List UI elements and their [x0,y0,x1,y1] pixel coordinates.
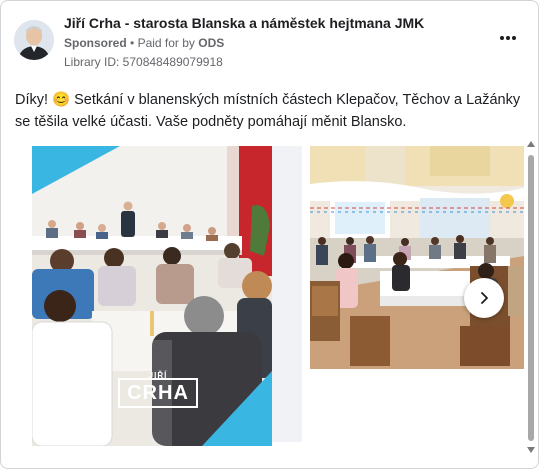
avatar-photo [14,20,54,60]
carousel-image-meeting-hall[interactable]: JIŘÍ CRHA [32,146,272,446]
more-dot-icon [506,36,510,40]
community-hall-photo [310,146,524,369]
scrollbar-thumb[interactable] [528,155,534,441]
sponsored-post-card: Jiří Crha - starosta Blanska a náměstek … [0,0,539,469]
paid-for-by-label: Paid for by [137,36,195,50]
post-text: Díky! 😊 Setkání v blanenských místních č… [15,92,521,130]
more-dot-icon [500,36,504,40]
carousel-next-button[interactable] [464,278,504,318]
candidate-logo: JIŘÍ CRHA [118,371,198,408]
library-id: Library ID: 570848489079918 [64,55,223,69]
scrollbar[interactable] [527,141,535,461]
page-avatar[interactable] [14,20,54,60]
sponsored-meta: Sponsored • Paid for by ODS [64,36,224,50]
scroll-up-arrow-icon[interactable] [527,141,535,147]
page-name-link[interactable]: Jiří Crha - starosta Blanska a náměstek … [64,15,424,31]
carousel-image-community-hall[interactable] [310,146,524,369]
more-dot-icon [512,36,516,40]
meta-separator: • [130,36,135,50]
sponsored-label[interactable]: Sponsored [64,36,127,50]
image-carousel: JIŘÍ CRHA [1,146,529,446]
more-options-button[interactable] [497,29,519,47]
scroll-down-arrow-icon[interactable] [527,447,535,453]
logo-last-name: CRHA [127,382,189,404]
logo-first-name: JIŘÍ [148,371,168,380]
payer-link[interactable]: ODS [198,36,224,50]
chevron-right-icon [481,292,488,304]
